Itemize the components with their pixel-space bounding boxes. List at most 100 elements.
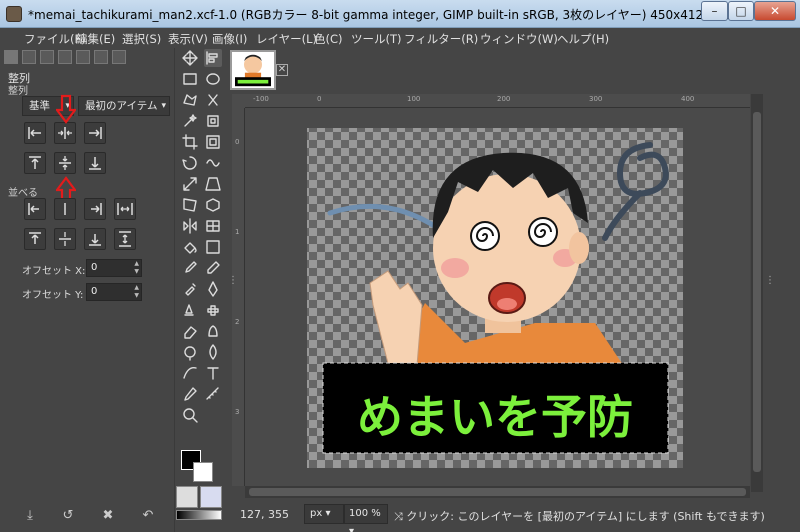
distribute-middle-button[interactable] — [54, 228, 76, 250]
smudge-tool-button[interactable] — [204, 322, 222, 340]
vertical-scrollbar-thumb[interactable] — [753, 112, 761, 472]
menu-filters[interactable]: フィルター(R) — [404, 31, 478, 47]
right-dock-grip-icon[interactable]: ⋮ — [765, 276, 775, 298]
dock-tab-channels[interactable] — [94, 50, 108, 64]
horizontal-scrollbar[interactable] — [245, 486, 750, 498]
spin-arrows-icon[interactable]: ▲ ▼ — [134, 260, 139, 276]
blur-tool-button[interactable] — [204, 343, 222, 361]
dock-tab-tool-options[interactable] — [4, 50, 18, 64]
menu-windows[interactable]: ウィンドウ(W) — [480, 31, 558, 47]
gradient-preview[interactable] — [176, 510, 222, 520]
heal-tool-button[interactable] — [204, 301, 222, 319]
menu-layer[interactable]: レイヤー(L) — [256, 31, 317, 47]
maximize-button[interactable]: □ — [728, 1, 754, 21]
status-message: ⤨ クリック: このレイヤーを [最初のアイテム] にします (Shift もで… — [394, 508, 765, 524]
crop-tool-button[interactable] — [181, 133, 199, 151]
distribute-top-button[interactable] — [24, 228, 46, 250]
align-left-button[interactable] — [24, 122, 46, 144]
left-dock-grip-icon[interactable]: ⋮ — [228, 276, 238, 298]
clone-tool-button[interactable] — [181, 301, 199, 319]
menu-help[interactable]: ヘルプ(H) — [557, 31, 609, 47]
save-options-icon[interactable]: ⤓ — [22, 508, 38, 524]
distribute-right-button[interactable] — [84, 198, 106, 220]
align-top-button[interactable] — [24, 152, 46, 174]
vertical-scrollbar[interactable] — [751, 94, 763, 492]
move-tool-icon — [182, 50, 198, 66]
3d-transform-tool-button[interactable] — [204, 196, 222, 214]
align-right-button[interactable] — [84, 122, 106, 144]
scale-tool-button[interactable] — [181, 175, 199, 193]
scissors-select-tool-button[interactable] — [204, 91, 222, 109]
dodge-tool-icon — [184, 346, 196, 361]
airbrush-tool-button[interactable] — [181, 280, 199, 298]
ruler-corner[interactable] — [232, 94, 245, 108]
gradient-tool-button[interactable] — [204, 238, 222, 256]
menu-edit[interactable]: 編集(E) — [76, 31, 115, 47]
horizontal-scrollbar-thumb[interactable] — [249, 488, 746, 496]
minimize-button[interactable]: – — [701, 1, 728, 21]
background-color-swatch[interactable] — [193, 462, 213, 482]
pencil-tool-button[interactable] — [204, 259, 222, 277]
menu-select[interactable]: 選択(S) — [122, 31, 161, 47]
close-image-tab-icon[interactable]: ✕ — [276, 64, 288, 76]
restore-options-icon[interactable]: ↺ — [60, 508, 76, 524]
image-thumbnail[interactable] — [230, 50, 276, 90]
offset-y-input[interactable]: 0 ▲ ▼ — [86, 283, 142, 301]
perspective-tool-button[interactable] — [204, 175, 222, 193]
relative-to-select[interactable]: 最初のアイテム ▾ — [78, 96, 170, 116]
warp-tool-button[interactable] — [204, 154, 222, 172]
image-viewport[interactable]: めまいを予防 — [245, 108, 750, 486]
brush-preview[interactable] — [176, 486, 198, 508]
text-tool-button[interactable] — [204, 364, 222, 382]
cage-tool-button[interactable] — [181, 196, 199, 214]
distribute-vertical-gap-button[interactable] — [114, 228, 136, 250]
distribute-center-button[interactable] — [54, 198, 76, 220]
pattern-preview[interactable] — [200, 486, 222, 508]
menu-image[interactable]: 画像(I) — [212, 31, 247, 47]
flip-tool-button[interactable] — [181, 217, 199, 235]
path-tool-button[interactable] — [181, 364, 199, 382]
move-tool-button[interactable] — [181, 49, 199, 67]
dock-tab-layers[interactable] — [76, 50, 90, 64]
rect-select-tool-button[interactable] — [181, 70, 199, 88]
distribute-horizontal-gap-button[interactable] — [114, 198, 136, 220]
reset-options-icon[interactable]: ↶ — [140, 508, 156, 524]
delete-options-icon[interactable]: ✖ — [100, 508, 116, 524]
bucket-fill-tool-button[interactable] — [181, 238, 199, 256]
foreground-select-tool-button[interactable] — [204, 112, 222, 130]
unified-transform-tool-button[interactable] — [204, 133, 222, 151]
distribute-left-button[interactable] — [24, 198, 46, 220]
offset-x-input[interactable]: 0 ▲ ▼ — [86, 259, 142, 277]
rotate-tool-button[interactable] — [181, 154, 199, 172]
eraser-tool-button[interactable] — [181, 322, 199, 340]
zoom-tool-button[interactable] — [181, 406, 199, 424]
zoom-select[interactable]: 100 % ▾ — [344, 504, 388, 532]
menu-view[interactable]: 表示(V) — [168, 31, 208, 47]
menu-tools[interactable]: ツール(T) — [351, 31, 402, 47]
align-center-button[interactable] — [54, 122, 76, 144]
spin-arrows-icon[interactable]: ▲ ▼ — [134, 284, 139, 300]
dock-tab-device[interactable] — [22, 50, 36, 64]
align-tool-button[interactable] — [204, 49, 222, 67]
distribute-bottom-button[interactable] — [84, 228, 106, 250]
unit-select[interactable]: px ▾ — [304, 504, 344, 524]
ink-tool-button[interactable] — [204, 280, 222, 298]
align-bottom-button[interactable] — [84, 152, 106, 174]
close-button[interactable]: ✕ — [754, 1, 796, 21]
align-middle-button[interactable] — [54, 152, 76, 174]
measure-tool-button[interactable] — [204, 385, 222, 403]
dodge-tool-button[interactable] — [181, 343, 199, 361]
horizontal-ruler[interactable]: -100 0 100 200 300 400 — [245, 94, 750, 108]
distribute-middle-icon — [59, 232, 71, 246]
dock-tab-images[interactable] — [58, 50, 72, 64]
menu-color[interactable]: 色(C) — [314, 31, 343, 47]
color-picker-tool-button[interactable] — [181, 385, 199, 403]
free-select-tool-button[interactable] — [181, 91, 199, 109]
paintbrush-tool-button[interactable] — [181, 259, 199, 277]
fuzzy-select-tool-button[interactable] — [181, 112, 199, 130]
dock-tab-undo[interactable] — [40, 50, 54, 64]
canvas-image[interactable]: めまいを予防 — [245, 108, 750, 486]
warp-transform-tool-button[interactable] — [204, 217, 222, 235]
dock-tab-paths[interactable] — [112, 50, 126, 64]
ellipse-select-tool-button[interactable] — [204, 70, 222, 88]
